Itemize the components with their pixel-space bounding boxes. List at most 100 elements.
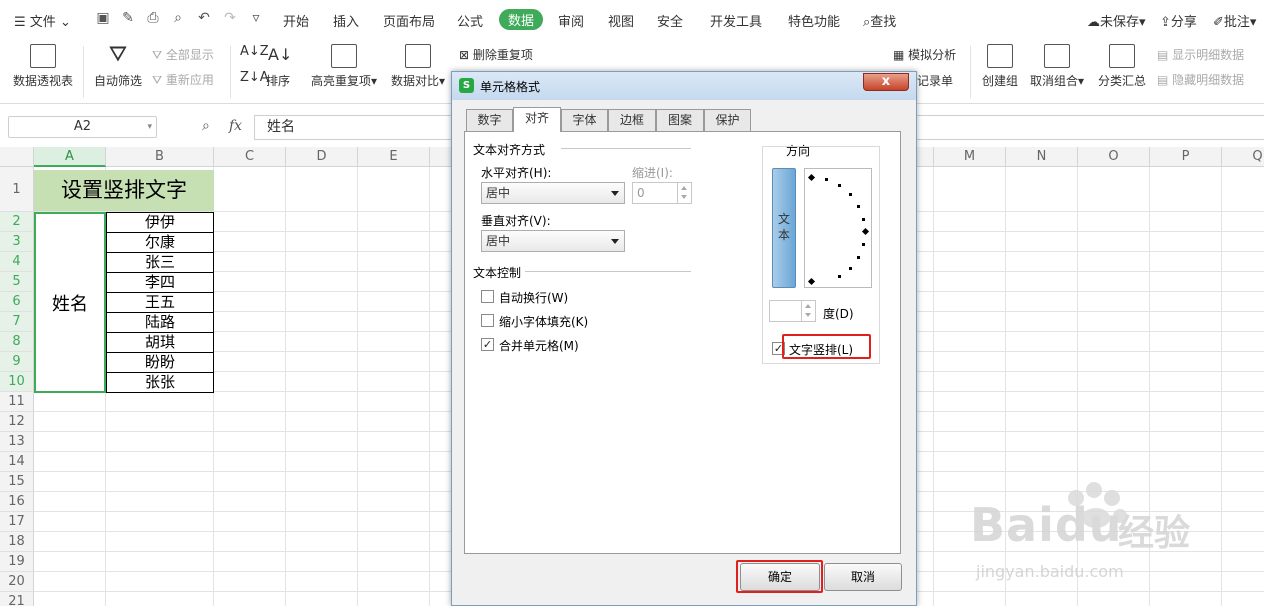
redo-icon[interactable]: ↷ bbox=[222, 10, 238, 26]
column-header-m[interactable]: M bbox=[934, 147, 1006, 167]
tab-alignment[interactable]: 对齐 bbox=[513, 107, 561, 132]
wrap-text-label[interactable]: 自动换行(W) bbox=[499, 289, 568, 306]
highlight-dup-button[interactable]: 高亮重复项▾ bbox=[308, 44, 380, 89]
tab-border[interactable]: 边框 bbox=[608, 109, 656, 131]
autofilter-button[interactable]: ⛛ 自动筛选 bbox=[93, 44, 143, 89]
data-compare-button[interactable]: 数据对比▾ bbox=[388, 44, 448, 89]
shrink-fit-label[interactable]: 缩小字体填充(K) bbox=[499, 313, 588, 330]
cancel-button[interactable]: 取消 bbox=[824, 563, 902, 591]
ungroup-button[interactable]: 取消组合▾ bbox=[1028, 44, 1086, 89]
tab-data[interactable]: 数据 bbox=[499, 9, 544, 30]
sort-button[interactable]: A↓ 排序 bbox=[263, 44, 293, 89]
search-button[interactable]: ⌕查找 bbox=[863, 11, 896, 30]
row-header-18[interactable]: 18 bbox=[0, 532, 34, 552]
row-header-14[interactable]: 14 bbox=[0, 452, 34, 472]
save-icon[interactable]: ▣ bbox=[95, 10, 111, 26]
format-painter-icon[interactable]: ✎ bbox=[120, 10, 136, 26]
tab-review[interactable]: 审阅 bbox=[558, 11, 584, 30]
undo-icon[interactable]: ↶ bbox=[196, 10, 212, 26]
column-header-c[interactable]: C bbox=[214, 147, 286, 167]
name-cell[interactable]: 盼盼 bbox=[106, 352, 214, 373]
name-box[interactable]: A2 ▾ bbox=[8, 116, 157, 138]
comment-button[interactable]: ✐批注▾ bbox=[1213, 11, 1256, 30]
vertical-text-sample-button[interactable]: 文本 bbox=[772, 168, 796, 288]
show-all-button[interactable]: ⛛ 全部显示 bbox=[152, 46, 214, 63]
row-header-20[interactable]: 20 bbox=[0, 572, 34, 592]
column-header-n[interactable]: N bbox=[1006, 147, 1078, 167]
name-cell[interactable]: 陆路 bbox=[106, 312, 214, 333]
print-preview-icon[interactable]: ⌕ bbox=[170, 10, 186, 26]
tab-developer[interactable]: 开发工具 bbox=[710, 11, 762, 30]
tab-security[interactable]: 安全 bbox=[657, 11, 683, 30]
tab-font[interactable]: 字体 bbox=[561, 109, 608, 131]
select-all-corner[interactable] bbox=[0, 147, 34, 167]
row-header-3[interactable]: 3 bbox=[0, 232, 34, 252]
tab-number[interactable]: 数字 bbox=[466, 109, 513, 131]
name-cell[interactable]: 张张 bbox=[106, 372, 214, 393]
indent-spinner[interactable]: 0 bbox=[632, 182, 692, 204]
column-header-o[interactable]: O bbox=[1078, 147, 1150, 167]
column-header-b[interactable]: B bbox=[106, 147, 214, 167]
merge-cells-checkbox[interactable]: ✓ bbox=[481, 338, 494, 351]
record-button[interactable]: 记录单 bbox=[917, 72, 953, 89]
more-icon[interactable]: ▿ bbox=[248, 10, 264, 26]
row-header-9[interactable]: 9 bbox=[0, 352, 34, 372]
title-cell[interactable]: 设置竖排文字 bbox=[34, 170, 214, 211]
hide-detail-button[interactable]: ▤ 隐藏明细数据 bbox=[1157, 71, 1244, 88]
tab-view[interactable]: 视图 bbox=[608, 11, 634, 30]
name-cell[interactable]: 伊伊 bbox=[106, 212, 214, 233]
column-header-p[interactable]: P bbox=[1150, 147, 1222, 167]
merged-name-cell[interactable]: 姓名 bbox=[34, 212, 106, 393]
column-header-e[interactable]: E bbox=[358, 147, 430, 167]
dialog-titlebar[interactable]: S 单元格格式 x bbox=[452, 72, 916, 100]
tab-special[interactable]: 特色功能 bbox=[788, 11, 840, 30]
tab-protection[interactable]: 保护 bbox=[704, 109, 751, 131]
share-button[interactable]: ⇪分享 bbox=[1160, 11, 1197, 30]
tab-pattern[interactable]: 图案 bbox=[656, 109, 704, 131]
pivot-table-button[interactable]: 数据透视表 bbox=[12, 44, 74, 89]
close-button[interactable]: x bbox=[863, 73, 909, 91]
column-header-a[interactable]: A bbox=[34, 147, 106, 167]
tab-page-layout[interactable]: 页面布局 bbox=[383, 11, 435, 30]
row-header-8[interactable]: 8 bbox=[0, 332, 34, 352]
tab-formula[interactable]: 公式 bbox=[457, 11, 483, 30]
wrap-text-checkbox[interactable] bbox=[481, 290, 494, 303]
unsaved-button[interactable]: ☁未保存▾ bbox=[1087, 11, 1146, 30]
fx-icon[interactable]: fx bbox=[229, 118, 242, 134]
row-header-1[interactable]: 1 bbox=[0, 167, 34, 212]
row-header-21[interactable]: 21 bbox=[0, 592, 34, 606]
shrink-fit-checkbox[interactable] bbox=[481, 314, 494, 327]
name-cell[interactable]: 王五 bbox=[106, 292, 214, 313]
name-cell[interactable]: 尔康 bbox=[106, 232, 214, 253]
remove-dup-button[interactable]: ⊠ 删除重复项 bbox=[459, 46, 533, 63]
orientation-dial[interactable] bbox=[804, 168, 872, 288]
row-header-16[interactable]: 16 bbox=[0, 492, 34, 512]
row-header-17[interactable]: 17 bbox=[0, 512, 34, 532]
spinner-arrows-icon[interactable] bbox=[677, 183, 691, 203]
zoom-icon[interactable]: ⌕ bbox=[202, 118, 210, 134]
v-align-select[interactable]: 居中 bbox=[481, 230, 625, 252]
name-cell[interactable]: 张三 bbox=[106, 252, 214, 273]
row-header-15[interactable]: 15 bbox=[0, 472, 34, 492]
column-header-d[interactable]: D bbox=[286, 147, 358, 167]
print-icon[interactable]: ⎙ bbox=[145, 10, 161, 26]
row-header-11[interactable]: 11 bbox=[0, 392, 34, 412]
degree-spinner[interactable] bbox=[769, 300, 816, 322]
row-header-10[interactable]: 10 bbox=[0, 372, 34, 392]
tab-insert[interactable]: 插入 bbox=[333, 11, 359, 30]
create-group-button[interactable]: 创建组 bbox=[980, 44, 1020, 89]
spinner-arrows-icon[interactable] bbox=[801, 301, 815, 321]
subtotal-button[interactable]: 分类汇总 bbox=[1097, 44, 1147, 89]
column-header-q[interactable]: Q bbox=[1222, 147, 1264, 167]
file-menu[interactable]: ☰ 文件 ⌄ bbox=[14, 11, 71, 30]
row-header-2[interactable]: 2 bbox=[0, 212, 34, 232]
tab-home[interactable]: 开始 bbox=[283, 11, 309, 30]
simulate-button[interactable]: ▦ 模拟分析 bbox=[893, 46, 956, 63]
h-align-select[interactable]: 居中 bbox=[481, 182, 625, 204]
row-header-12[interactable]: 12 bbox=[0, 412, 34, 432]
name-cell[interactable]: 李四 bbox=[106, 272, 214, 293]
row-header-7[interactable]: 7 bbox=[0, 312, 34, 332]
row-header-5[interactable]: 5 bbox=[0, 272, 34, 292]
name-cell[interactable]: 胡琪 bbox=[106, 332, 214, 353]
row-header-4[interactable]: 4 bbox=[0, 252, 34, 272]
